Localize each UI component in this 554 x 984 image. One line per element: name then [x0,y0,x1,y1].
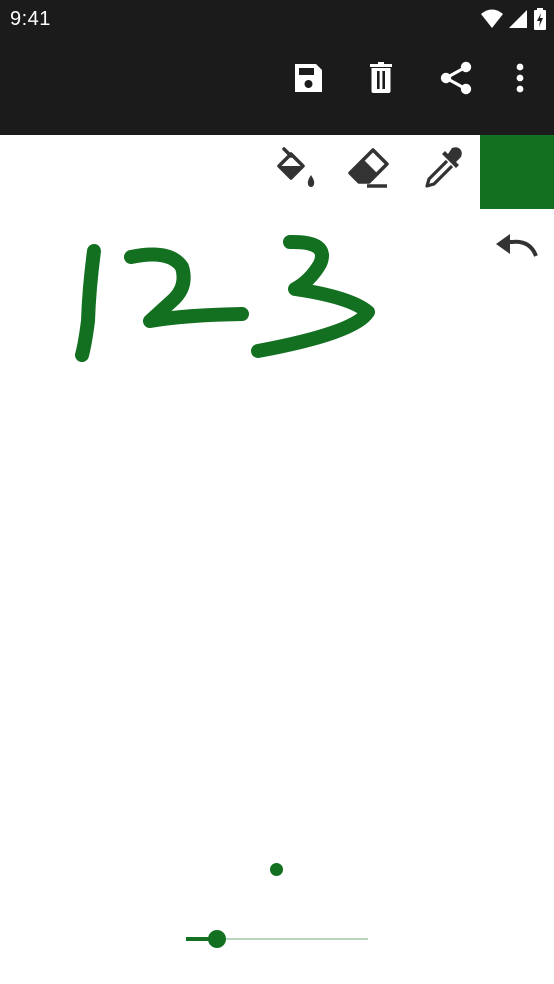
battery-icon [534,8,546,30]
stroke-digit-1 [75,244,101,362]
eraser-icon [348,148,389,188]
stroke-digit-2 [124,247,249,328]
save-icon [295,64,322,92]
cellular-signal-icon [509,10,527,28]
undo-icon [496,234,538,257]
save-button[interactable] [284,54,332,102]
undo-button[interactable] [488,222,544,270]
more-vert-icon [516,63,524,93]
eyedropper-icon [425,147,462,188]
delete-button[interactable] [357,54,405,102]
stroke-digit-3 [251,234,375,358]
eraser-tool-button[interactable] [345,140,393,208]
share-button[interactable] [432,54,480,102]
current-color-swatch[interactable] [480,135,554,209]
brush-size-slider[interactable] [186,924,368,954]
app-toolbar [0,38,554,135]
brush-size-preview [270,863,283,876]
status-time: 9:41 [10,8,51,30]
share-icon [440,61,472,95]
status-bar: 9:41 [0,0,554,38]
more-options-button[interactable] [496,54,544,102]
slider-thumb[interactable] [207,930,226,948]
color-picker-button[interactable] [420,140,468,208]
fill-tool-button[interactable] [270,140,318,208]
trash-icon [370,62,392,93]
paint-bucket-icon [277,147,315,187]
wifi-icon [481,9,503,28]
